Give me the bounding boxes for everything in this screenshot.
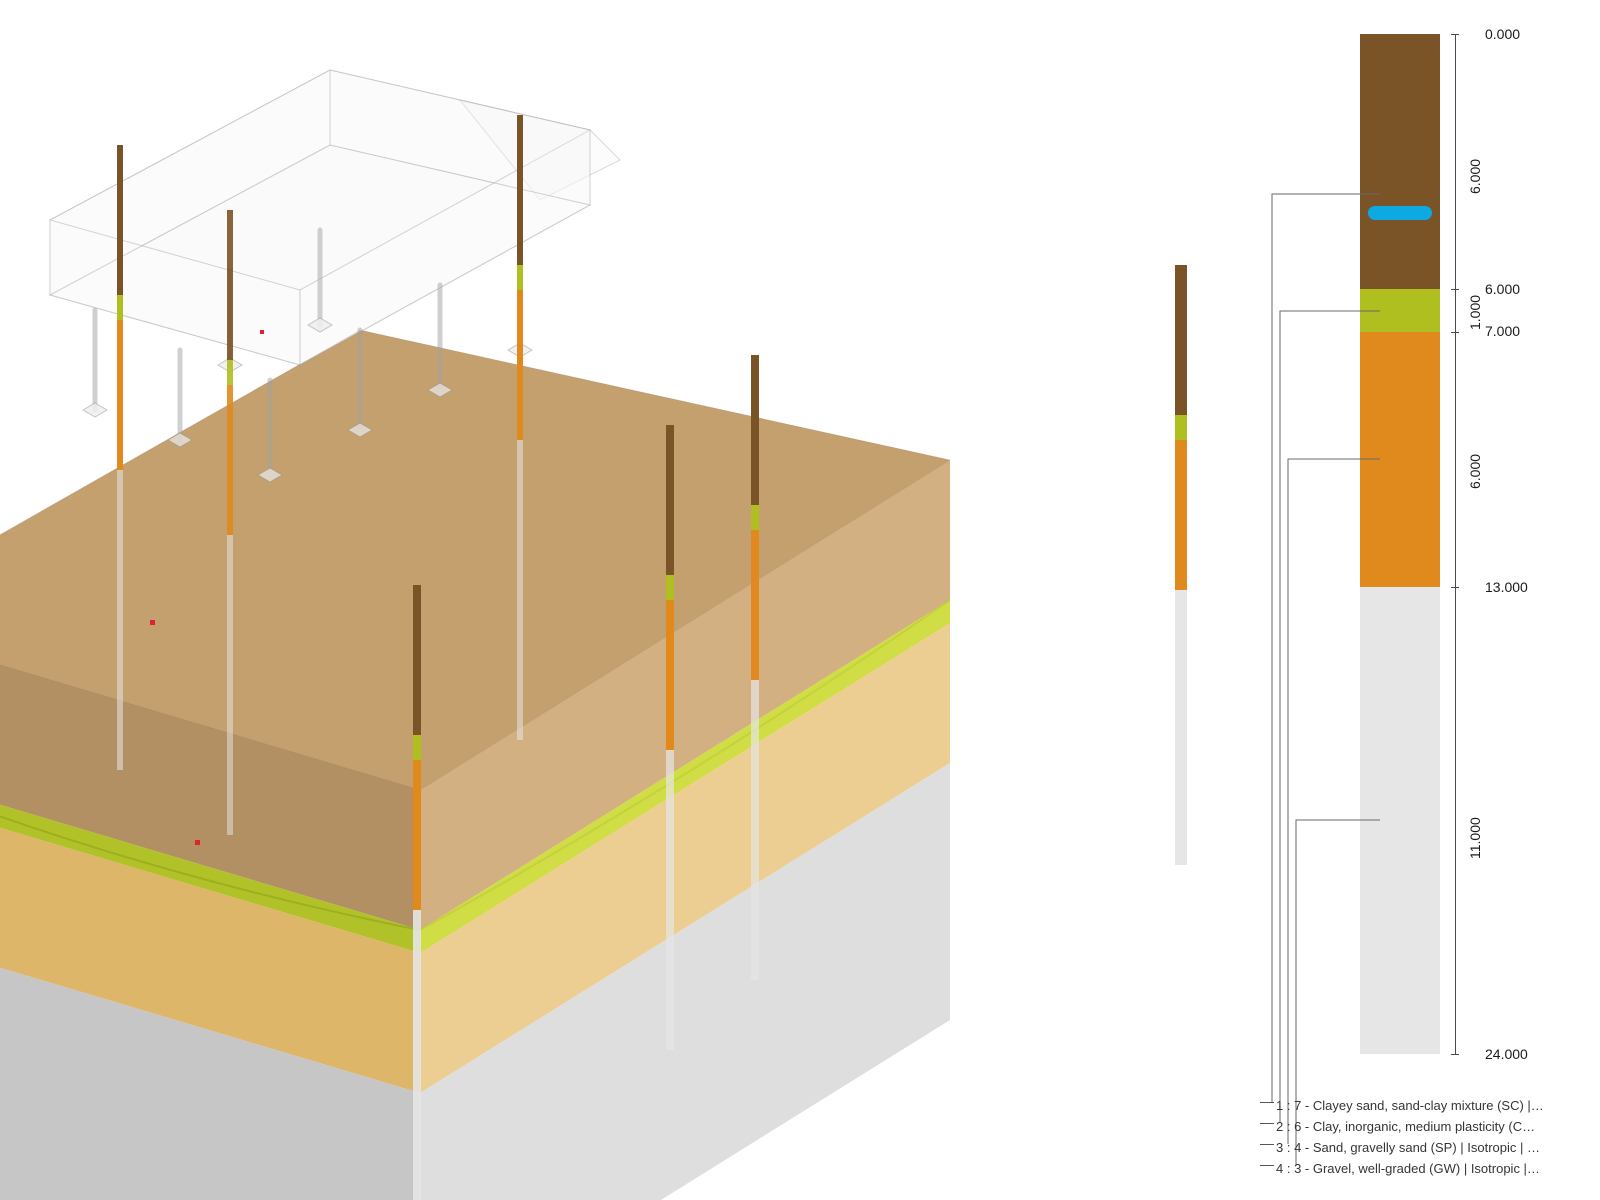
legend: 1 : 7 - Clayey sand, sand-clay mixture (… [1260, 1095, 1590, 1179]
legend-item-4: 4 : 3 - Gravel, well-graded (GW) | Isotr… [1260, 1158, 1590, 1179]
depth-6: 6.000 [1485, 281, 1520, 297]
mini-layer-2 [1175, 415, 1187, 440]
depth-7: 7.000 [1485, 323, 1520, 339]
thickness-6b: 6.000 [1467, 454, 1483, 489]
profile-layer-4 [1360, 587, 1440, 1055]
profile-layer-3 [1360, 332, 1440, 589]
depth-13: 13.000 [1485, 579, 1528, 595]
depth-24: 24.000 [1485, 1046, 1528, 1062]
canvas: 0.000 6.000 7.000 13.000 24.000 6.000 1.… [0, 0, 1600, 1200]
depth-0: 0.000 [1485, 26, 1520, 42]
iso-svg [0, 370, 1020, 1200]
water-table-icon [1368, 206, 1432, 220]
thickness-6a: 6.000 [1467, 159, 1483, 194]
legend-item-2: 2 : 6 - Clay, inorganic, medium plastici… [1260, 1116, 1590, 1137]
soil-profile: 0.000 6.000 7.000 13.000 24.000 6.000 1.… [1280, 34, 1580, 1094]
profile-layer-1 [1360, 34, 1440, 289]
mini-layer-1 [1175, 265, 1187, 415]
depth-axis: 0.000 6.000 7.000 13.000 24.000 6.000 1.… [1445, 34, 1575, 1054]
mini-layer-4 [1175, 590, 1187, 865]
mini-borehole [1175, 265, 1187, 865]
legend-item-3: 3 : 4 - Sand, gravelly sand (SP) | Isotr… [1260, 1137, 1590, 1158]
iso-soil-block [0, 370, 820, 1200]
profile-layer-2 [1360, 289, 1440, 332]
mini-layer-3 [1175, 440, 1187, 590]
thickness-11: 11.000 [1467, 817, 1483, 859]
profile-column [1360, 34, 1440, 1054]
legend-item-1: 1 : 7 - Clayey sand, sand-clay mixture (… [1260, 1095, 1590, 1116]
thickness-1: 1.000 [1467, 295, 1483, 330]
